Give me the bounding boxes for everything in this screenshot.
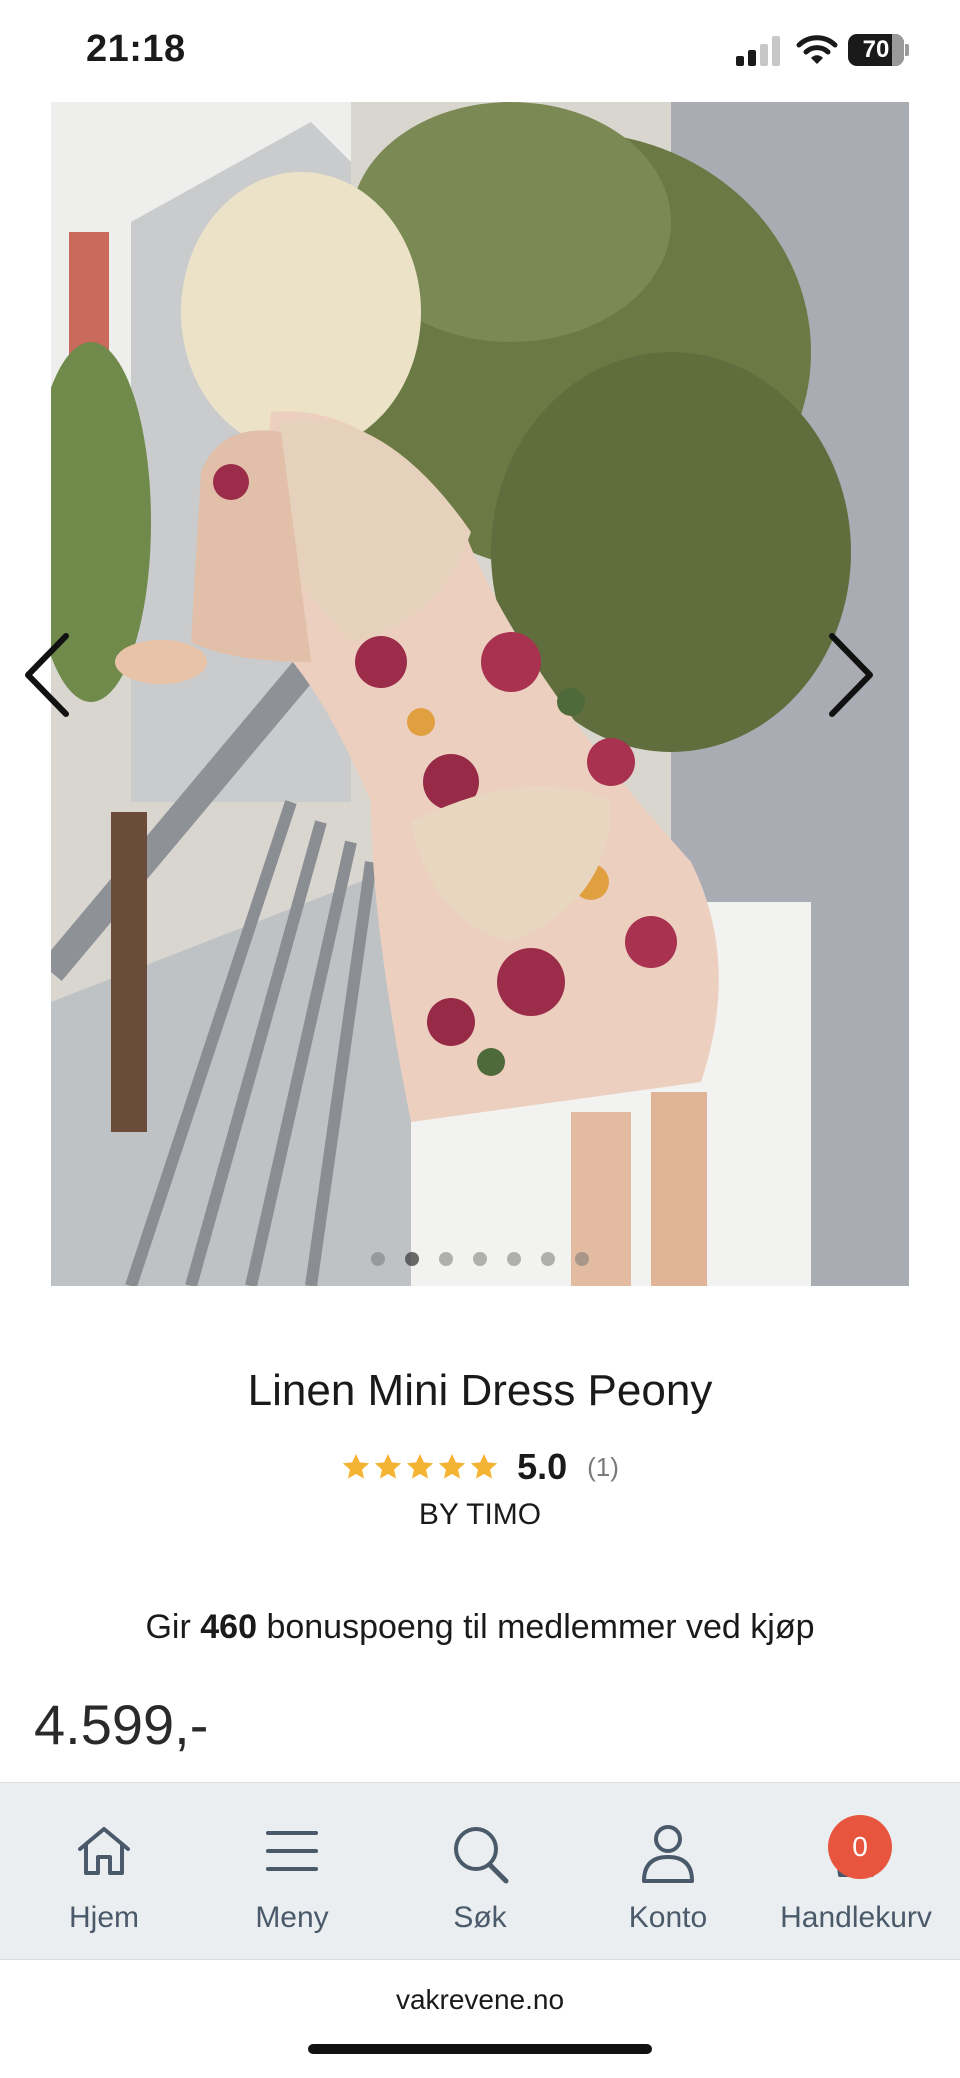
rating-stars xyxy=(341,1452,499,1482)
bonus-points: 460 xyxy=(200,1608,257,1646)
nav-item-account[interactable]: Konto xyxy=(572,1783,764,1961)
product-brand[interactable]: BY TIMO xyxy=(0,1498,960,1532)
nav-label-account: Konto xyxy=(628,1901,708,1934)
previous-image-arrow-icon[interactable] xyxy=(20,630,76,720)
cart-count-badge: 0 xyxy=(828,1815,892,1879)
rating-count: (1) xyxy=(587,1451,619,1482)
rating-score: 5.0 xyxy=(517,1446,568,1487)
gallery-dot[interactable] xyxy=(473,1252,487,1266)
nav-item-menu[interactable]: Meny xyxy=(196,1783,388,1961)
next-image-arrow-icon[interactable] xyxy=(822,630,878,720)
bottom-navigation: Hjem Meny Søk Konto Handlekurv 0 xyxy=(0,1782,960,1960)
nav-item-home[interactable]: Hjem xyxy=(8,1783,200,1961)
gallery-dot[interactable] xyxy=(507,1252,521,1266)
product-price: 4.599,- xyxy=(34,1693,209,1756)
product-rating[interactable]: 5.0 (1) xyxy=(0,1442,960,1492)
url-text[interactable]: vakrevene.no xyxy=(0,1984,960,2016)
gallery-dot[interactable] xyxy=(575,1252,589,1266)
search-icon xyxy=(454,1827,509,1884)
product-title: Linen Mini Dress Peony xyxy=(247,1366,713,1415)
nav-label-search: Søk xyxy=(453,1901,507,1934)
status-time: 21:18 xyxy=(86,28,186,70)
home-icon xyxy=(78,1827,130,1875)
browser-address-bar[interactable]: vakrevene.no xyxy=(0,1960,960,2078)
bonus-prefix: Gir xyxy=(145,1608,201,1646)
bonus-points-text: Gir 460 bonuspoeng til medlemmer ved kjø… xyxy=(0,1608,960,1647)
status-bar: 21:18 70 xyxy=(0,0,960,100)
menu-icon xyxy=(266,1831,318,1871)
star-icon xyxy=(470,1453,498,1479)
nav-item-search[interactable]: Søk xyxy=(384,1783,576,1961)
nav-label-home: Hjem xyxy=(68,1901,139,1934)
star-icon xyxy=(374,1453,402,1479)
gallery-dot[interactable] xyxy=(541,1252,555,1266)
gallery-dot[interactable] xyxy=(371,1252,385,1266)
user-icon xyxy=(642,1825,694,1883)
cellular-signal-icon xyxy=(736,36,784,66)
gallery-dot[interactable] xyxy=(405,1252,419,1266)
product-image[interactable] xyxy=(51,102,909,1286)
gallery-dot[interactable] xyxy=(439,1252,453,1266)
battery-level: 70 xyxy=(862,36,890,63)
star-icon xyxy=(342,1453,370,1479)
nav-label-cart: Handlekurv xyxy=(780,1901,932,1934)
bonus-suffix: bonuspoeng til medlemmer ved kjøp xyxy=(257,1608,815,1646)
star-icon xyxy=(406,1453,434,1479)
wifi-icon xyxy=(796,34,838,66)
gallery-pagination xyxy=(0,1252,960,1272)
home-indicator[interactable] xyxy=(308,2044,652,2054)
battery-icon: 70 xyxy=(848,34,909,66)
nav-label-menu: Meny xyxy=(255,1901,329,1934)
star-icon xyxy=(438,1453,466,1479)
